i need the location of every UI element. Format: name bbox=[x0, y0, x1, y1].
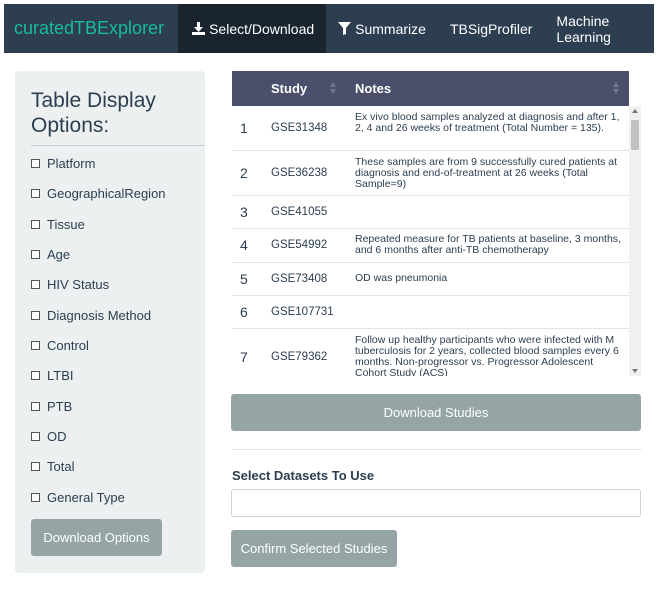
table-header: Study Notes bbox=[232, 71, 629, 106]
scroll-down-icon[interactable] bbox=[632, 369, 638, 373]
option-total[interactable]: Total bbox=[31, 457, 74, 475]
filter-icon bbox=[338, 22, 352, 35]
option-geographicalregion[interactable]: GeographicalRegion bbox=[31, 184, 166, 202]
study-id: GSE54992 bbox=[271, 239, 328, 251]
checkbox[interactable] bbox=[31, 431, 40, 441]
option-label: LTBI bbox=[47, 367, 74, 383]
row-number: 3 bbox=[240, 204, 248, 220]
table-row[interactable]: 6 GSE107731 bbox=[232, 296, 629, 329]
option-label: HIV Status bbox=[47, 276, 110, 292]
checkbox[interactable] bbox=[31, 401, 40, 411]
tab-label: Machine Learning bbox=[556, 12, 611, 45]
download-options-button[interactable]: Download Options bbox=[31, 519, 162, 556]
table-body[interactable]: 1 GSE31348 Ex vivo blood samples analyze… bbox=[232, 106, 629, 376]
table-row[interactable]: 3 GSE41055 bbox=[232, 196, 629, 229]
download-icon bbox=[192, 22, 206, 35]
option-control[interactable]: Control bbox=[31, 336, 89, 354]
checkbox[interactable] bbox=[31, 340, 40, 350]
option-label: GeographicalRegion bbox=[47, 185, 166, 201]
studies-table: Study Notes 1 GSE31348 Ex vivo blood sam… bbox=[232, 71, 642, 376]
select-datasets-input[interactable] bbox=[231, 489, 641, 517]
row-number: 2 bbox=[240, 165, 248, 181]
row-number: 1 bbox=[240, 120, 248, 136]
download-studies-button[interactable]: Download Studies bbox=[231, 394, 641, 431]
tab-tbsigprofiler[interactable]: TBSigProfiler bbox=[438, 4, 544, 53]
option-ltbi[interactable]: LTBI bbox=[31, 366, 74, 384]
option-label: General Type bbox=[47, 489, 125, 505]
study-notes: Ex vivo blood samples analyzed at diagno… bbox=[355, 111, 620, 134]
study-id: GSE31348 bbox=[271, 122, 328, 134]
option-label: Platform bbox=[47, 155, 96, 171]
option-label: Tissue bbox=[47, 216, 85, 232]
option-label: Total bbox=[47, 458, 75, 474]
option-diagnosis-method[interactable]: Diagnosis Method bbox=[31, 306, 151, 324]
study-notes: These samples are from 9 successfully cu… bbox=[355, 156, 618, 190]
tab-summarize[interactable]: Summarize bbox=[326, 4, 438, 53]
study-id: GSE36238 bbox=[271, 167, 328, 179]
study-notes: Follow up healthy participants who were … bbox=[355, 334, 619, 377]
table-row[interactable]: 4 GSE54992 Repeated measure for TB patie… bbox=[232, 229, 629, 263]
option-od[interactable]: OD bbox=[31, 427, 67, 445]
option-platform[interactable]: Platform bbox=[31, 154, 95, 172]
section-divider bbox=[232, 449, 642, 450]
study-id: GSE73408 bbox=[271, 273, 328, 285]
sidebar-divider bbox=[31, 145, 205, 146]
tab-label: TBSigProfiler bbox=[449, 20, 533, 37]
navbar: curatedTBExplorer Select/Download Summar… bbox=[4, 4, 654, 53]
option-label: PTB bbox=[47, 398, 73, 414]
option-label: OD bbox=[47, 428, 67, 444]
table-row[interactable]: 1 GSE31348 Ex vivo blood samples analyze… bbox=[232, 106, 629, 151]
tab-select-download[interactable]: Select/Download bbox=[178, 4, 327, 53]
table-row[interactable]: 5 GSE73408 OD was pneumonia bbox=[232, 263, 629, 296]
scrollbar-thumb[interactable] bbox=[631, 120, 639, 150]
option-label: Diagnosis Method bbox=[47, 307, 152, 323]
study-id: GSE79362 bbox=[271, 351, 328, 363]
sort-icon[interactable] bbox=[613, 82, 619, 94]
column-label: Study bbox=[271, 81, 308, 96]
checkbox[interactable] bbox=[31, 370, 40, 380]
column-header-study[interactable]: Study bbox=[271, 71, 307, 106]
checkbox[interactable] bbox=[31, 461, 40, 471]
option-label: Age bbox=[47, 246, 71, 262]
sidebar-title: Table Display Options: bbox=[31, 89, 156, 137]
brand-link[interactable]: curatedTBExplorer bbox=[4, 4, 178, 53]
row-number: 4 bbox=[240, 237, 248, 253]
option-label: Control bbox=[47, 337, 89, 353]
study-notes: Repeated measure for TB patients at base… bbox=[355, 233, 621, 256]
option-tissue[interactable]: Tissue bbox=[31, 215, 85, 233]
checkbox[interactable] bbox=[31, 188, 40, 198]
row-number: 6 bbox=[240, 304, 248, 320]
checkbox[interactable] bbox=[31, 158, 40, 168]
checkbox[interactable] bbox=[31, 492, 40, 502]
tab-label: Summarize bbox=[355, 20, 426, 37]
row-number: 7 bbox=[240, 349, 248, 365]
option-age[interactable]: Age bbox=[31, 245, 70, 263]
table-row[interactable]: 2 GSE36238 These samples are from 9 succ… bbox=[232, 151, 629, 196]
checkbox[interactable] bbox=[31, 219, 40, 229]
tab-label: Select/Download bbox=[209, 20, 315, 37]
table-scrollbar[interactable] bbox=[629, 106, 641, 376]
sort-icon[interactable] bbox=[330, 82, 336, 94]
scroll-up-icon[interactable] bbox=[632, 109, 638, 113]
study-id: GSE107731 bbox=[271, 306, 334, 318]
column-header-notes[interactable]: Notes bbox=[355, 71, 391, 106]
checkbox[interactable] bbox=[31, 310, 40, 320]
option-general-type[interactable]: General Type bbox=[31, 488, 125, 506]
study-id: GSE41055 bbox=[271, 206, 328, 218]
table-row[interactable]: 7 GSE79362 Follow up healthy participant… bbox=[232, 329, 629, 377]
sidebar-panel: Table Display Options: Platform Geograph… bbox=[15, 71, 205, 573]
option-ptb[interactable]: PTB bbox=[31, 397, 72, 415]
confirm-selected-studies-button[interactable]: Confirm Selected Studies bbox=[231, 530, 397, 567]
select-datasets-label: Select Datasets To Use bbox=[232, 468, 375, 483]
option-hiv-status[interactable]: HIV Status bbox=[31, 275, 109, 293]
tab-machine-learning[interactable]: Machine Learning bbox=[544, 4, 654, 53]
column-label: Notes bbox=[355, 81, 392, 96]
checkbox[interactable] bbox=[31, 249, 40, 259]
row-number: 5 bbox=[240, 271, 248, 287]
checkbox[interactable] bbox=[31, 279, 40, 289]
study-notes: OD was pneumonia bbox=[355, 272, 448, 284]
